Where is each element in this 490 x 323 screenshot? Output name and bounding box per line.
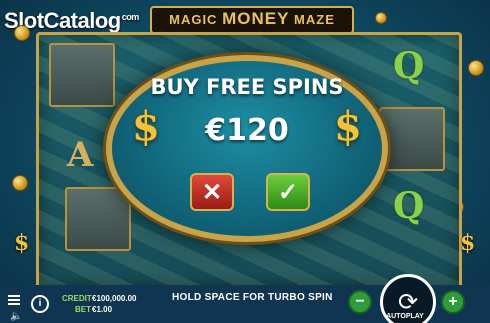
portrait-symbol bbox=[379, 107, 445, 171]
dollar-icon: $ bbox=[132, 103, 160, 150]
cancel-button[interactable]: ✕ bbox=[190, 173, 234, 211]
game-logo: MAGIC MONEY MAZE bbox=[150, 6, 354, 34]
game-title-main: MONEY bbox=[222, 9, 290, 28]
bet-label: BET bbox=[75, 305, 91, 314]
coin-icon bbox=[375, 12, 387, 24]
decrease-bet-button[interactable]: − bbox=[348, 290, 372, 314]
close-icon: ✕ bbox=[201, 178, 223, 206]
minus-icon: − bbox=[355, 293, 365, 310]
q-symbol: Q bbox=[393, 185, 425, 227]
dialog-title: BUY FREE SPINS bbox=[150, 75, 344, 99]
credit-label: CREDIT bbox=[62, 294, 92, 303]
q-symbol: Q bbox=[393, 45, 425, 87]
turbo-hint: HOLD SPACE FOR TURBO SPIN bbox=[172, 292, 333, 303]
game-title-right: MAZE bbox=[294, 12, 335, 27]
coin-icon bbox=[12, 175, 28, 191]
side-dollar-symbol: $ bbox=[14, 230, 30, 256]
portrait-symbol bbox=[49, 43, 115, 107]
bet-value: €1.00 bbox=[92, 305, 113, 314]
autoplay-button[interactable]: AUTOPLAY bbox=[383, 313, 427, 320]
game-screen: SlotCatalogcom MAGIC MONEY MAZE Q A Q $ … bbox=[0, 0, 490, 323]
game-title-left: MAGIC bbox=[169, 12, 218, 27]
confirm-button[interactable]: ✓ bbox=[266, 173, 310, 211]
info-icon[interactable]: i bbox=[31, 295, 49, 313]
check-icon: ✓ bbox=[277, 178, 299, 206]
buy-free-spins-dialog: BUY FREE SPINS €120 $ $ ✕ ✓ bbox=[106, 55, 388, 242]
credit-value: €100,000.00 bbox=[92, 294, 137, 303]
speaker-icon[interactable]: 🔈 bbox=[10, 311, 22, 322]
brand-suffix: com bbox=[121, 11, 140, 22]
dollar-icon: $ bbox=[334, 103, 362, 150]
side-dollar-symbol: $ bbox=[460, 230, 476, 256]
coin-icon bbox=[468, 60, 484, 76]
coin-icon bbox=[14, 25, 30, 41]
menu-icon[interactable] bbox=[8, 293, 20, 307]
plus-icon: + bbox=[448, 293, 458, 310]
portrait-symbol bbox=[65, 187, 131, 251]
a-symbol: A bbox=[67, 135, 94, 175]
header: SlotCatalogcom MAGIC MONEY MAZE bbox=[0, 0, 490, 34]
increase-bet-button[interactable]: + bbox=[441, 290, 465, 314]
